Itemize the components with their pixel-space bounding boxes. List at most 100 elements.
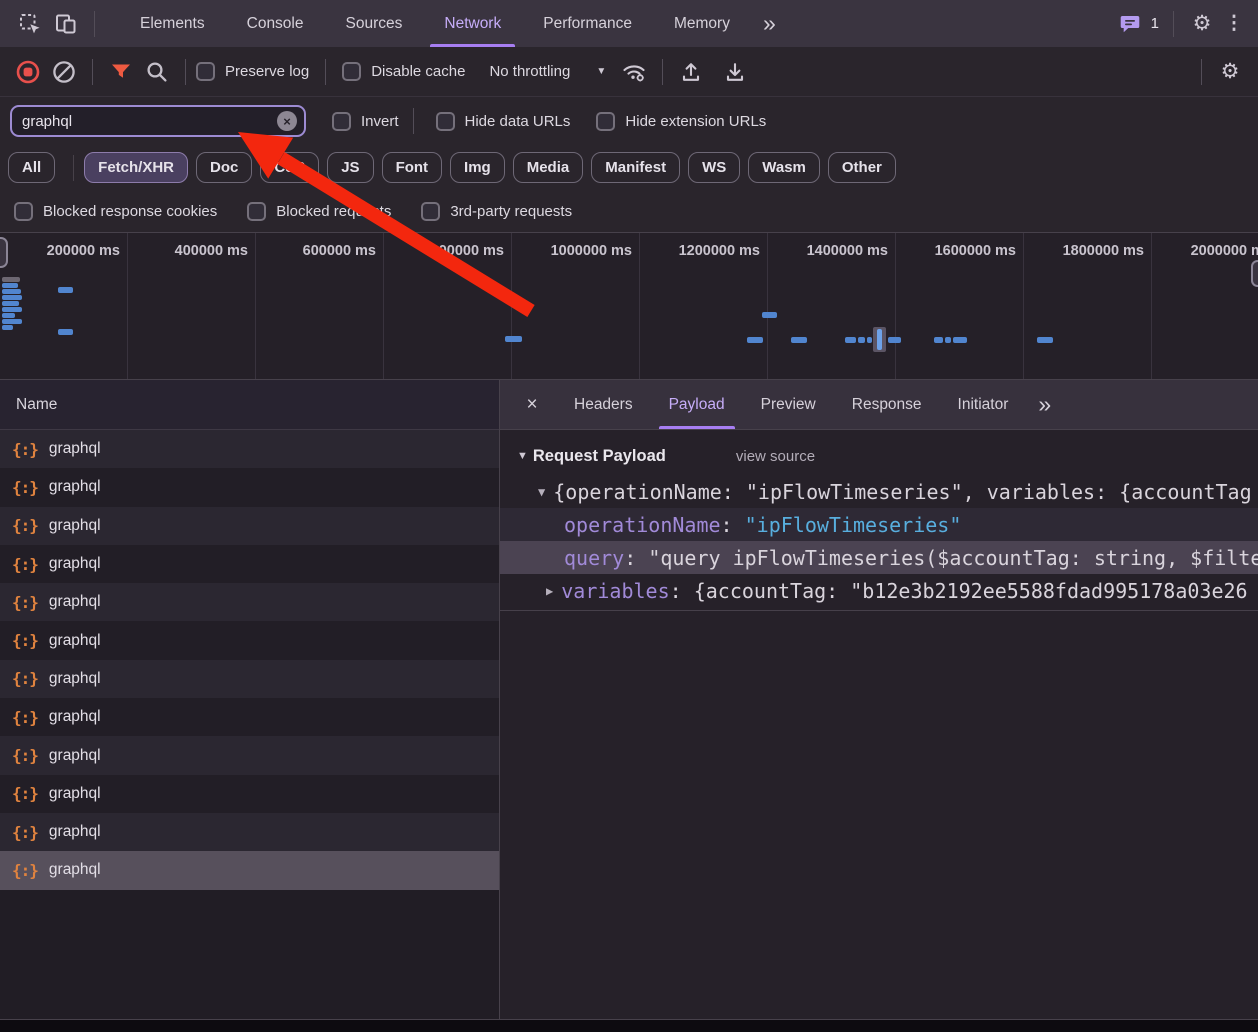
request-row[interactable]: {:}graphql <box>0 545 499 583</box>
waterfall-bar <box>2 307 22 312</box>
hide-extension-urls-checkbox[interactable]: Hide extension URLs <box>596 112 766 131</box>
chip-media[interactable]: Media <box>513 152 584 183</box>
hide-extension-urls-label: Hide extension URLs <box>625 113 766 130</box>
details-tab-headers[interactable]: Headers <box>556 380 651 429</box>
divider <box>662 59 663 85</box>
requests-panel: Name {:}graphql{:}graphql{:}graphql{:}gr… <box>0 380 500 1019</box>
payload-summary-row[interactable]: ▼{operationName: "ipFlowTimeseries", var… <box>500 475 1258 508</box>
name-column-header[interactable]: Name <box>0 380 499 430</box>
tab-memory[interactable]: Memory <box>653 0 751 47</box>
checkbox-box[interactable] <box>196 62 215 81</box>
filter-input-box[interactable]: × <box>10 105 306 137</box>
divider <box>92 59 93 85</box>
details-tab-response[interactable]: Response <box>834 380 940 429</box>
device-toolbar-icon[interactable] <box>48 6 84 42</box>
throttling-select[interactable]: No throttling ▼ <box>489 63 606 80</box>
network-settings-gear-icon[interactable]: ⚙ <box>1212 54 1248 90</box>
request-row[interactable]: {:}graphql <box>0 851 499 889</box>
timeline-waterfall[interactable]: 200000 ms400000 ms600000 ms800000 ms1000… <box>0 232 1258 380</box>
request-row[interactable]: {:}graphql <box>0 813 499 851</box>
checkbox-box[interactable] <box>14 202 33 221</box>
chip-ws[interactable]: WS <box>688 152 740 183</box>
blocked-requests-checkbox[interactable]: Blocked requests <box>247 202 391 221</box>
chip-img[interactable]: Img <box>450 152 505 183</box>
collapse-triangle-icon[interactable]: ▼ <box>517 450 528 462</box>
payload-separator: : <box>670 579 694 603</box>
inspect-element-icon[interactable] <box>12 6 48 42</box>
close-details-icon[interactable]: × <box>516 394 548 416</box>
chip-js[interactable]: JS <box>327 152 373 183</box>
details-tab-initiator[interactable]: Initiator <box>940 380 1027 429</box>
record-network-log-button[interactable] <box>10 54 46 90</box>
request-row[interactable]: {:}graphql <box>0 775 499 813</box>
checkbox-box[interactable] <box>596 112 615 131</box>
tab-network[interactable]: Network <box>423 0 522 47</box>
invert-checkbox[interactable]: Invert <box>332 112 399 131</box>
request-row[interactable]: {:}graphql <box>0 736 499 774</box>
details-tabbar: × HeadersPayloadPreviewResponseInitiator… <box>500 380 1258 430</box>
export-har-icon[interactable] <box>717 54 753 90</box>
json-braces-icon: {:} <box>12 478 38 497</box>
tab-console[interactable]: Console <box>226 0 325 47</box>
chip-all[interactable]: All <box>8 152 55 183</box>
timeline-tick: 2000000 ms <box>1152 233 1258 379</box>
clear-filter-icon[interactable]: × <box>277 111 297 131</box>
details-tab-payload[interactable]: Payload <box>651 380 743 429</box>
blocked-response-cookies-checkbox[interactable]: Blocked response cookies <box>14 202 217 221</box>
checkbox-box[interactable] <box>421 202 440 221</box>
kebab-menu-icon[interactable]: ⋮ <box>1220 6 1248 42</box>
waterfall-bar <box>2 325 13 330</box>
devtools-window: ElementsConsoleSourcesNetworkPerformance… <box>0 0 1258 1020</box>
filter-funnel-icon[interactable] <box>103 54 139 90</box>
waterfall-bar <box>867 337 872 343</box>
waterfall-bar <box>888 337 901 343</box>
checkbox-box[interactable] <box>436 112 455 131</box>
payload-row-operationName[interactable]: operationName: "ipFlowTimeseries" <box>500 508 1258 541</box>
expand-triangle-icon[interactable]: ▶ <box>546 584 553 598</box>
json-braces-icon: {:} <box>12 861 38 880</box>
preserve-log-checkbox[interactable]: Preserve log <box>196 62 309 81</box>
checkbox-box[interactable] <box>332 112 351 131</box>
details-tab-preview[interactable]: Preview <box>743 380 834 429</box>
settings-gear-icon[interactable]: ⚙ <box>1184 6 1220 42</box>
tab-elements[interactable]: Elements <box>119 0 226 47</box>
more-tabs-button[interactable]: » <box>751 12 788 35</box>
request-row[interactable]: {:}graphql <box>0 430 499 468</box>
tab-sources[interactable]: Sources <box>325 0 424 47</box>
chip-css[interactable]: CSS <box>260 152 319 183</box>
chip-font[interactable]: Font <box>382 152 442 183</box>
request-row[interactable]: {:}graphql <box>0 698 499 736</box>
request-row[interactable]: {:}graphql <box>0 468 499 506</box>
chip-doc[interactable]: Doc <box>196 152 252 183</box>
checkbox-box[interactable] <box>247 202 266 221</box>
payload-row-variables[interactable]: ▶variables: {accountTag: "b12e3b2192ee55… <box>500 574 1258 607</box>
more-details-tabs-button[interactable]: » <box>1026 393 1063 416</box>
network-conditions-icon[interactable] <box>616 54 652 90</box>
view-source-link[interactable]: view source <box>736 448 815 465</box>
chip-other[interactable]: Other <box>828 152 896 183</box>
preserve-log-label: Preserve log <box>225 63 309 80</box>
request-row[interactable]: {:}graphql <box>0 583 499 621</box>
request-row[interactable]: {:}graphql <box>0 621 499 659</box>
collapse-triangle-icon[interactable]: ▼ <box>538 485 545 499</box>
chip-fetch-xhr[interactable]: Fetch/XHR <box>84 152 188 183</box>
chip-wasm[interactable]: Wasm <box>748 152 820 183</box>
third-party-requests-checkbox[interactable]: 3rd-party requests <box>421 202 572 221</box>
checkbox-box[interactable] <box>342 62 361 81</box>
payload-row-query[interactable]: query: "query ipFlowTimeseries($accountT… <box>500 541 1258 574</box>
hide-data-urls-checkbox[interactable]: Hide data URLs <box>436 112 571 131</box>
clear-network-log-button[interactable] <box>46 54 82 90</box>
tab-performance[interactable]: Performance <box>522 0 653 47</box>
issues-count[interactable]: 1 <box>1151 15 1159 32</box>
timeline-right-handle[interactable] <box>1251 260 1258 287</box>
request-row[interactable]: {:}graphql <box>0 507 499 545</box>
request-row[interactable]: {:}graphql <box>0 660 499 698</box>
issues-message-icon[interactable] <box>1116 6 1144 42</box>
disable-cache-checkbox[interactable]: Disable cache <box>342 62 465 81</box>
request-details-panel: × HeadersPayloadPreviewResponseInitiator… <box>500 380 1258 1019</box>
import-har-icon[interactable] <box>673 54 709 90</box>
filter-input[interactable] <box>22 113 277 130</box>
timeline-left-handle[interactable] <box>0 237 8 268</box>
chip-manifest[interactable]: Manifest <box>591 152 680 183</box>
search-icon[interactable] <box>139 54 175 90</box>
